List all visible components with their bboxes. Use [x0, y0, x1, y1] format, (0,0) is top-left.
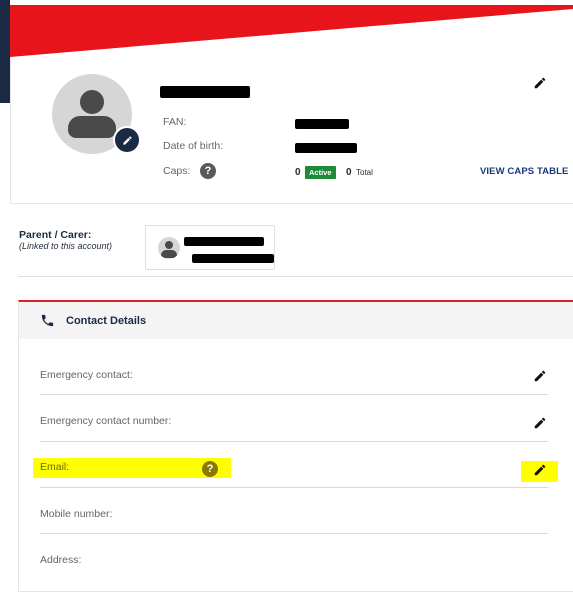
row-divider [40, 441, 548, 442]
caps-total-count: 0 [346, 167, 352, 178]
row-divider [40, 487, 548, 488]
parent-carer-title: Parent / Carer: [19, 229, 92, 241]
email-help-icon[interactable]: ? [202, 461, 218, 477]
pencil-icon [122, 135, 132, 145]
caps-total-label: Total [356, 168, 373, 177]
edit-profile-icon[interactable] [533, 76, 547, 90]
view-caps-table-link[interactable]: VIEW CAPS TABLE [480, 166, 568, 177]
phone-icon [41, 314, 54, 327]
redacted-fan-value [295, 119, 349, 129]
redacted-parent-name [184, 237, 264, 246]
parent-carer-card[interactable] [145, 225, 275, 270]
redacted-dob-value [295, 143, 357, 153]
redacted-player-name [160, 86, 250, 98]
parent-avatar-icon [158, 237, 180, 259]
row-divider [40, 394, 548, 395]
red-header-banner [10, 5, 573, 57]
avatar-head-icon [80, 90, 104, 114]
parent-carer-subtitle: (Linked to this account) [19, 241, 113, 251]
contact-details-title: Contact Details [66, 315, 147, 327]
edit-avatar-button[interactable] [113, 126, 141, 154]
caps-help-icon[interactable]: ? [200, 163, 216, 179]
edit-email-icon[interactable] [533, 463, 547, 477]
fan-label: FAN: [163, 116, 187, 128]
left-accent-strip [0, 0, 10, 103]
mobile-number-label: Mobile number: [40, 508, 113, 520]
edit-emergency-number-icon[interactable] [533, 416, 547, 430]
section-divider [18, 276, 573, 277]
caps-label: Caps: [163, 165, 191, 177]
emergency-contact-label: Emergency contact: [40, 369, 133, 381]
contact-details-card [18, 300, 573, 592]
address-label: Address: [40, 554, 82, 566]
redacted-parent-email [192, 254, 274, 263]
avatar-body-icon [68, 116, 116, 138]
edit-emergency-contact-icon[interactable] [533, 369, 547, 383]
active-badge: Active [305, 166, 336, 179]
email-label: Email: [40, 461, 70, 473]
emergency-number-label: Emergency contact number: [40, 415, 172, 427]
caps-active-count: 0 [295, 167, 301, 178]
row-divider [40, 533, 548, 534]
dob-label: Date of birth: [163, 140, 224, 152]
